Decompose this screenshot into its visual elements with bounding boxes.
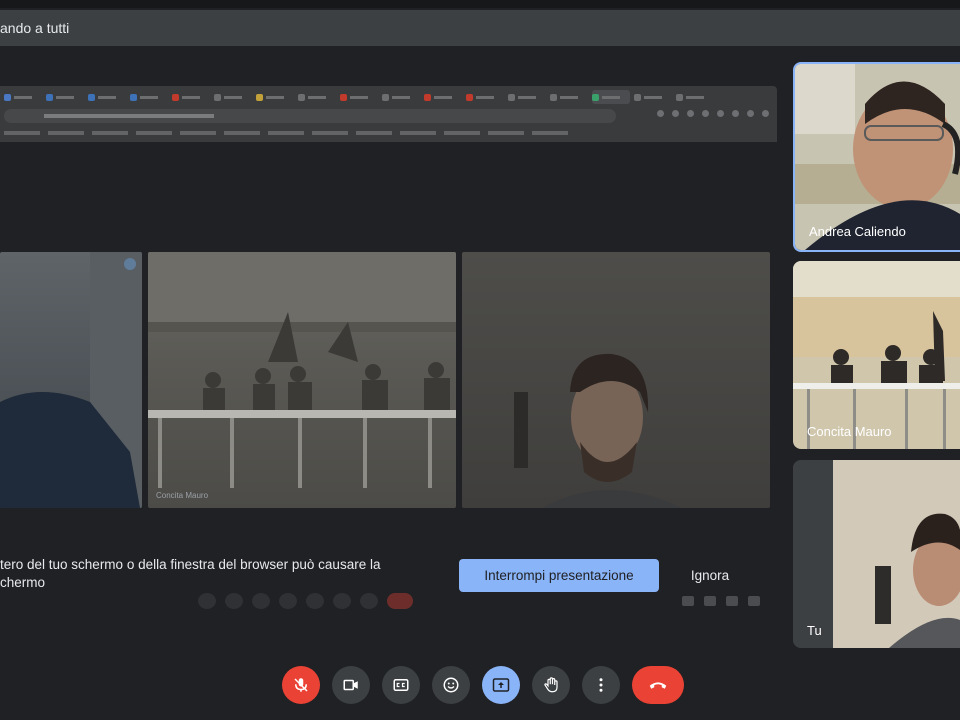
browser-tab [88, 90, 126, 104]
participant-video-icon [793, 261, 960, 449]
emoji-smile-icon [443, 677, 459, 693]
shared-tile-label: Concita Mauro [156, 491, 209, 500]
shared-video-tile: Concita Mauro [148, 252, 456, 508]
participant-tile-andrea[interactable]: Andrea Caliendo [793, 62, 960, 252]
warning-line-2: chermo [0, 575, 46, 590]
shared-meet-controls [198, 593, 413, 609]
browser-tab [550, 90, 588, 104]
closed-captions-icon [393, 679, 409, 691]
raise-hand-button[interactable] [532, 666, 570, 704]
shared-browser-tabs [0, 88, 777, 106]
browser-tab [676, 90, 714, 104]
browser-tab [592, 90, 630, 104]
person-silhouette-icon [0, 252, 142, 508]
warning-line-1: tero del tuo schermo o della finestra de… [0, 557, 381, 572]
more-vert-icon [599, 678, 603, 692]
browser-tab [130, 90, 168, 104]
speaking-indicator-icon [124, 258, 136, 270]
meeting-controls-bar [282, 666, 684, 704]
microphone-toggle-button[interactable] [282, 666, 320, 704]
participant-video-icon [795, 64, 960, 250]
browser-tab [634, 90, 672, 104]
participant-name: Andrea Caliendo [809, 224, 906, 239]
presenting-banner-text: ando a tutti [0, 20, 70, 36]
browser-tab [214, 90, 252, 104]
present-to-all-icon [492, 678, 510, 692]
call-end-icon [649, 682, 667, 689]
video-camera-icon [343, 679, 358, 691]
participant-tile-concita[interactable]: Concita Mauro [793, 261, 960, 449]
present-screen-button[interactable] [482, 666, 520, 704]
classroom-scene-icon [148, 252, 456, 488]
presentation-area: Concita Mauro tero del tuo schermo o del… [0, 58, 785, 618]
reactions-button[interactable] [432, 666, 470, 704]
participant-name: Tu [807, 623, 822, 638]
leave-call-button[interactable] [632, 666, 684, 704]
shared-meet-corner-icons [682, 596, 760, 606]
browser-tab [424, 90, 462, 104]
participant-tile-self[interactable]: Tu [793, 460, 960, 648]
browser-tab [382, 90, 420, 104]
shared-browser-extension-icons [657, 110, 769, 117]
shared-browser-address-bar [4, 109, 616, 123]
browser-tab [466, 90, 504, 104]
ignore-button[interactable]: Ignora [682, 559, 738, 592]
window-top-strip [0, 0, 960, 8]
raise-hand-icon [544, 677, 558, 693]
browser-tab [256, 90, 294, 104]
stop-presenting-button[interactable]: Interrompi presentazione [459, 559, 659, 592]
participant-video-icon [793, 460, 960, 648]
person-face-icon [514, 353, 682, 508]
presenting-banner: ando a tutti [0, 10, 960, 46]
browser-tab [340, 90, 378, 104]
participant-name: Concita Mauro [807, 424, 892, 439]
shared-browser-bookmarks-bar [4, 128, 717, 138]
shared-video-tile [0, 252, 142, 508]
captions-button[interactable] [382, 666, 420, 704]
screen-share-warning: tero del tuo schermo o della finestra de… [0, 556, 420, 592]
browser-tab [508, 90, 546, 104]
shared-browser-window [0, 86, 777, 142]
browser-tab [298, 90, 336, 104]
mic-off-icon [294, 678, 308, 692]
browser-tab [4, 90, 42, 104]
browser-tab [172, 90, 210, 104]
more-options-button[interactable] [582, 666, 620, 704]
browser-tab [46, 90, 84, 104]
shared-video-tile [462, 252, 770, 508]
camera-toggle-button[interactable] [332, 666, 370, 704]
